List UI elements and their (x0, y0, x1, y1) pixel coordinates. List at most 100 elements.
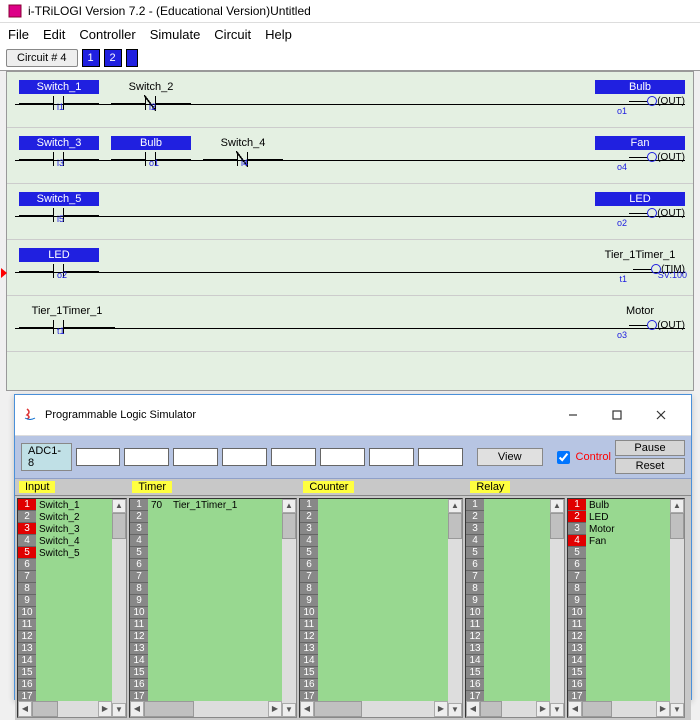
io-row[interactable]: 11 (18, 619, 126, 631)
contact[interactable]: Switch_1i1 (19, 80, 99, 110)
contact[interactable]: Switch_3i3 (19, 136, 99, 166)
io-row[interactable]: 12 (300, 631, 462, 643)
coil[interactable]: Bulb(OUT)o1 (595, 80, 685, 107)
io-row[interactable]: 2 (130, 511, 296, 523)
io-row[interactable]: 2 (300, 511, 462, 523)
io-row[interactable]: 6 (18, 559, 126, 571)
io-row[interactable]: 7 (130, 571, 296, 583)
menu-simulate[interactable]: Simulate (150, 27, 201, 42)
page-2-button[interactable]: 2 (104, 49, 122, 67)
io-row[interactable]: 15 (568, 667, 684, 679)
io-row[interactable]: 6 (300, 559, 462, 571)
adc-field-7[interactable] (369, 448, 414, 466)
contact[interactable]: LEDo2 (19, 248, 99, 278)
io-row[interactable]: 13 (18, 643, 126, 655)
coil[interactable]: Motor(OUT)o3 (595, 304, 685, 331)
io-row[interactable]: 2Switch_2 (18, 511, 126, 523)
menu-file[interactable]: File (8, 27, 29, 42)
contact[interactable]: Switch_2i2 (111, 80, 191, 110)
io-row[interactable]: 10 (300, 607, 462, 619)
io-row[interactable]: 15 (18, 667, 126, 679)
simulator-titlebar[interactable]: Programmable Logic Simulator (15, 395, 691, 436)
io-row[interactable]: 10 (18, 607, 126, 619)
rung[interactable]: Switch_1i1 Switch_2i2 Bulb(OUT)o1 (7, 72, 693, 128)
menu-help[interactable]: Help (265, 27, 292, 42)
io-row[interactable]: 4 (130, 535, 296, 547)
io-row[interactable]: 9 (568, 595, 684, 607)
io-row[interactable]: 7 (18, 571, 126, 583)
adc-field-3[interactable] (173, 448, 218, 466)
io-row[interactable]: 13 (300, 643, 462, 655)
io-row[interactable]: 11 (568, 619, 684, 631)
io-row[interactable]: 9 (18, 595, 126, 607)
adc-field-2[interactable] (124, 448, 169, 466)
io-row[interactable]: 13 (130, 643, 296, 655)
io-row[interactable]: 8 (130, 583, 296, 595)
io-row[interactable]: 3 (300, 523, 462, 535)
io-row[interactable]: 1Bulb (568, 499, 684, 511)
horizontal-scrollbar[interactable]: ◀▶ (300, 701, 448, 717)
menu-controller[interactable]: Controller (79, 27, 135, 42)
coil[interactable]: Tier_1Timer_1(TIM)t1SV:100 (595, 248, 685, 275)
coil[interactable]: LED(OUT)o2 (595, 192, 685, 219)
adc-field-5[interactable] (271, 448, 316, 466)
io-row[interactable]: 14 (18, 655, 126, 667)
io-row[interactable]: 14 (130, 655, 296, 667)
vertical-scrollbar[interactable]: ▲▼ (112, 499, 126, 717)
io-row[interactable]: 4Switch_4 (18, 535, 126, 547)
io-row[interactable]: 8 (568, 583, 684, 595)
vertical-scrollbar[interactable]: ▲▼ (282, 499, 296, 717)
circuit-button[interactable]: Circuit # 4 (6, 49, 78, 67)
menu-circuit[interactable]: Circuit (214, 27, 251, 42)
maximize-button[interactable] (595, 401, 639, 429)
io-row[interactable]: 10 (568, 607, 684, 619)
reset-button[interactable]: Reset (615, 458, 685, 474)
io-row[interactable]: 14 (300, 655, 462, 667)
horizontal-scrollbar[interactable]: ◀▶ (568, 701, 670, 717)
adc-field-8[interactable] (418, 448, 463, 466)
vertical-scrollbar[interactable]: ▲▼ (670, 499, 684, 717)
control-check-input[interactable] (557, 451, 570, 464)
io-row[interactable]: 5 (130, 547, 296, 559)
io-row[interactable]: 9 (130, 595, 296, 607)
io-row[interactable]: 6 (130, 559, 296, 571)
coil[interactable]: Fan(OUT)o4 (595, 136, 685, 163)
io-row[interactable]: 1 (300, 499, 462, 511)
contact[interactable]: Switch_5i5 (19, 192, 99, 222)
io-row[interactable]: 16 (568, 679, 684, 691)
rung[interactable]: Switch_5i5 LED(OUT)o2 (7, 184, 693, 240)
io-row[interactable]: 11 (130, 619, 296, 631)
io-row[interactable]: 5Switch_5 (18, 547, 126, 559)
page-1-button[interactable]: 1 (82, 49, 100, 67)
minimize-button[interactable] (551, 401, 595, 429)
io-row[interactable]: 12 (568, 631, 684, 643)
adc-button[interactable]: ADC1-8 (21, 443, 72, 471)
io-row[interactable]: 13 (568, 643, 684, 655)
menu-edit[interactable]: Edit (43, 27, 65, 42)
control-checkbox[interactable]: Control (553, 448, 611, 467)
io-row[interactable]: 170Tier_1Timer_1 (130, 499, 296, 511)
adc-field-1[interactable] (76, 448, 121, 466)
io-row[interactable]: 11 (300, 619, 462, 631)
io-row[interactable]: 16 (130, 679, 296, 691)
io-row[interactable]: 6 (568, 559, 684, 571)
io-row[interactable]: 3 (130, 523, 296, 535)
io-row[interactable]: 10 (130, 607, 296, 619)
view-button[interactable]: View (477, 448, 543, 466)
io-row[interactable]: 8 (300, 583, 462, 595)
io-row[interactable]: 3Motor (568, 523, 684, 535)
io-row[interactable]: 8 (18, 583, 126, 595)
io-row[interactable]: 16 (18, 679, 126, 691)
adc-field-4[interactable] (222, 448, 267, 466)
contact[interactable]: Switch_4i4 (203, 136, 283, 166)
ladder-diagram[interactable]: Switch_1i1 Switch_2i2 Bulb(OUT)o1 Switch_3i… (6, 71, 694, 391)
io-row[interactable]: 1Switch_1 (18, 499, 126, 511)
io-row[interactable]: 5 (300, 547, 462, 559)
io-row[interactable]: 14 (568, 655, 684, 667)
horizontal-scrollbar[interactable]: ◀▶ (130, 701, 282, 717)
io-row[interactable]: 3Switch_3 (18, 523, 126, 535)
io-row[interactable]: 12 (18, 631, 126, 643)
io-row[interactable]: 4Fan (568, 535, 684, 547)
io-row[interactable]: 16 (300, 679, 462, 691)
io-row[interactable]: 15 (300, 667, 462, 679)
